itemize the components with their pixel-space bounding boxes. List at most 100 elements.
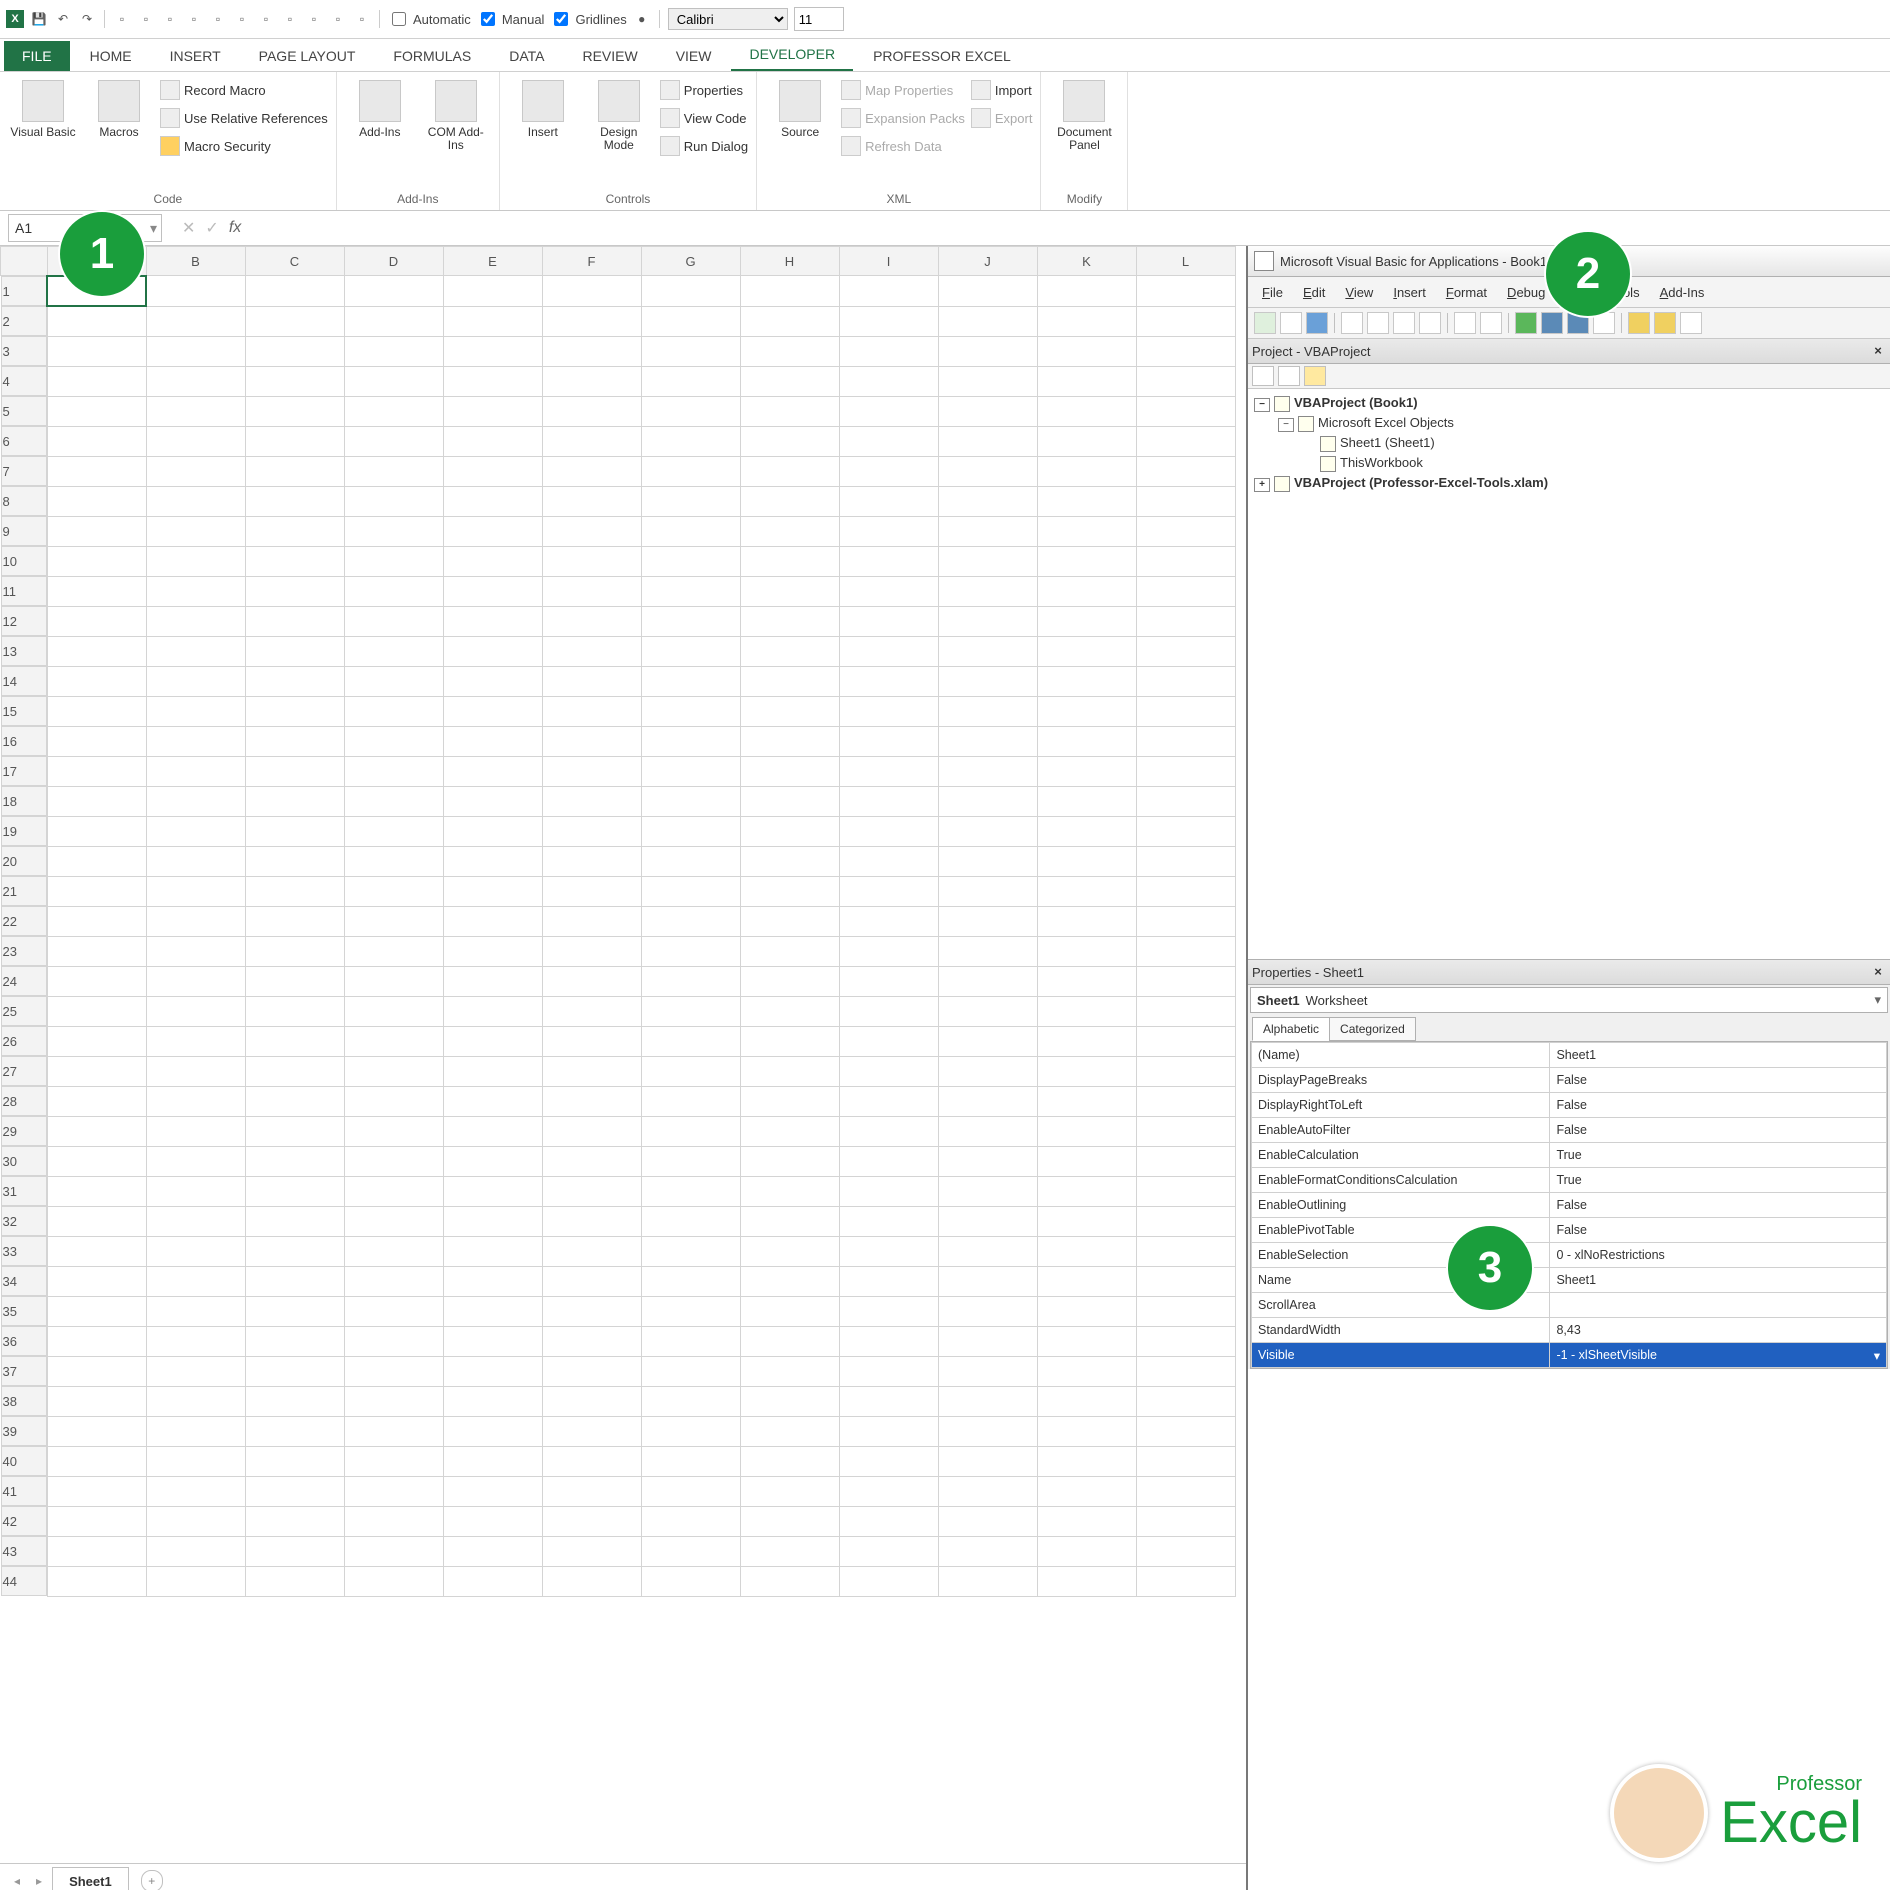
tab-review[interactable]: REVIEW [564,41,655,71]
cell[interactable] [938,816,1037,846]
cell[interactable] [443,696,542,726]
cell[interactable] [938,576,1037,606]
cell[interactable] [146,1506,245,1536]
cell[interactable] [542,1536,641,1566]
cell[interactable] [1037,546,1136,576]
cell[interactable] [344,1026,443,1056]
cell[interactable] [1037,1176,1136,1206]
tab-alphabetic[interactable]: Alphabetic [1252,1017,1330,1041]
enter-icon[interactable]: ✓ [205,218,218,238]
sheet-tab[interactable]: Sheet1 [52,1867,129,1890]
cell[interactable] [542,1116,641,1146]
cell[interactable] [938,306,1037,336]
cell[interactable] [542,966,641,996]
cell[interactable] [641,1506,740,1536]
cell[interactable] [443,396,542,426]
cell[interactable] [245,1056,344,1086]
cell[interactable] [641,276,740,307]
cell[interactable] [740,1326,839,1356]
cell[interactable] [839,1026,938,1056]
cell[interactable] [344,726,443,756]
cell[interactable] [839,846,938,876]
cell[interactable] [47,1296,146,1326]
cell[interactable] [641,996,740,1026]
cell[interactable] [740,786,839,816]
cell[interactable] [839,1266,938,1296]
cell[interactable] [1136,1326,1235,1356]
column-header[interactable]: G [641,247,740,276]
cell[interactable] [1136,666,1235,696]
cell[interactable] [47,1206,146,1236]
cell[interactable] [443,1176,542,1206]
row-header[interactable]: 5 [1,396,47,426]
cell[interactable] [740,906,839,936]
fx-icon[interactable]: fx [229,219,241,237]
cell[interactable] [47,1476,146,1506]
cell[interactable] [1136,1266,1235,1296]
cell[interactable] [47,906,146,936]
cell[interactable] [245,906,344,936]
cell[interactable] [1136,606,1235,636]
cell[interactable] [146,1146,245,1176]
cell[interactable] [47,1086,146,1116]
cell[interactable] [47,366,146,396]
cell[interactable] [740,1116,839,1146]
vbe-tool-icon[interactable] [1419,312,1441,334]
document-panel-button[interactable]: Document Panel [1049,76,1119,152]
cell[interactable] [938,336,1037,366]
cell[interactable] [344,1206,443,1236]
cell[interactable] [740,1386,839,1416]
vbe-tool-icon[interactable] [1254,312,1276,334]
cell[interactable] [839,756,938,786]
cell[interactable] [740,1296,839,1326]
cell[interactable] [47,1356,146,1386]
cell[interactable] [740,696,839,726]
cell[interactable] [740,336,839,366]
vbe-tool-icon[interactable] [1280,312,1302,334]
cell[interactable] [938,1086,1037,1116]
cell[interactable] [344,1446,443,1476]
cell[interactable] [1136,966,1235,996]
cell[interactable] [245,1566,344,1596]
cell[interactable] [344,576,443,606]
vbe-cut-icon[interactable] [1341,312,1363,334]
cell[interactable] [938,396,1037,426]
cell[interactable] [47,306,146,336]
cell[interactable] [1136,876,1235,906]
cell[interactable] [146,696,245,726]
cell[interactable] [1136,1296,1235,1326]
cell[interactable] [245,486,344,516]
cell[interactable] [146,846,245,876]
cell[interactable] [641,576,740,606]
cell[interactable] [443,1506,542,1536]
cell[interactable] [641,1236,740,1266]
cell[interactable] [1136,276,1235,307]
cell[interactable] [344,1236,443,1266]
cell[interactable] [938,1116,1037,1146]
row-header[interactable]: 8 [1,486,47,516]
cell[interactable] [146,636,245,666]
cell[interactable] [641,726,740,756]
cell[interactable] [740,636,839,666]
cell[interactable] [146,576,245,606]
cell[interactable] [245,1296,344,1326]
cell[interactable] [542,1086,641,1116]
cell[interactable] [47,1026,146,1056]
cell[interactable] [641,1086,740,1116]
cell[interactable] [47,1506,146,1536]
cell[interactable] [443,1236,542,1266]
cell[interactable] [344,846,443,876]
cell[interactable] [839,996,938,1026]
cell[interactable] [443,546,542,576]
cell[interactable] [146,1476,245,1506]
cell[interactable] [146,456,245,486]
cell[interactable] [1136,786,1235,816]
cell[interactable] [839,936,938,966]
cell[interactable] [1037,516,1136,546]
cell[interactable] [938,516,1037,546]
cell[interactable] [542,696,641,726]
cell[interactable] [938,906,1037,936]
cell[interactable] [641,846,740,876]
row-header[interactable]: 13 [1,636,47,666]
cell[interactable] [443,1146,542,1176]
